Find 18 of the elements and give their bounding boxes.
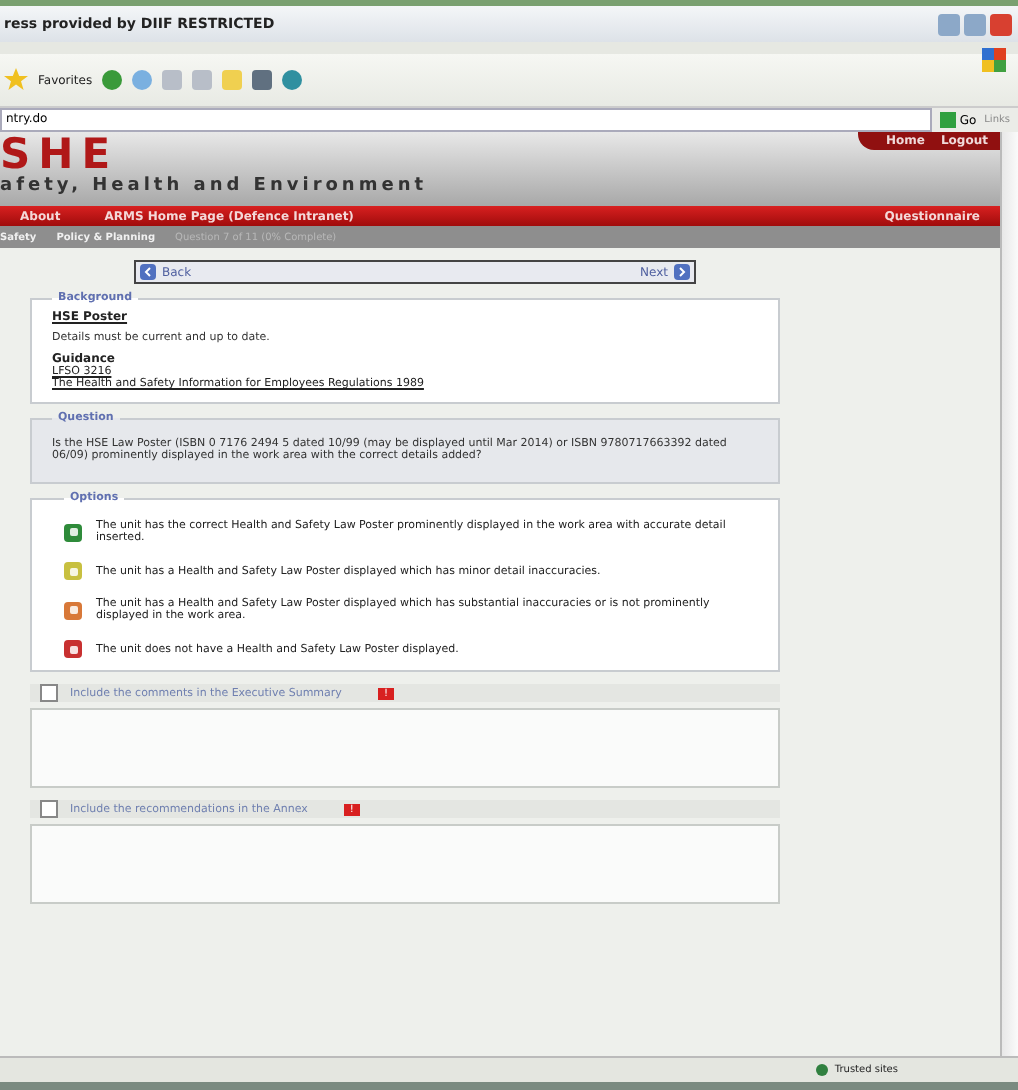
comment-field[interactable] xyxy=(30,708,780,788)
refresh-icon[interactable] xyxy=(102,70,123,90)
trusted-sites-icon xyxy=(816,1064,829,1076)
checkbox[interactable] xyxy=(40,684,58,702)
site-subtitle: afety, Health and Environment xyxy=(0,176,428,196)
star-icon[interactable] xyxy=(4,68,28,92)
minimize-button[interactable] xyxy=(938,13,960,35)
site-logo: SHE xyxy=(0,132,119,176)
next-arrow-icon xyxy=(674,264,690,280)
option-button[interactable] xyxy=(64,601,82,619)
checkbox[interactable] xyxy=(40,800,58,818)
option-button[interactable] xyxy=(64,640,82,658)
back-arrow-icon xyxy=(140,264,156,280)
windows-logo-icon xyxy=(982,48,1006,72)
close-button[interactable] xyxy=(990,13,1012,35)
comment-field[interactable] xyxy=(30,824,780,904)
help-button[interactable] xyxy=(964,13,986,35)
option-button[interactable] xyxy=(64,523,82,541)
